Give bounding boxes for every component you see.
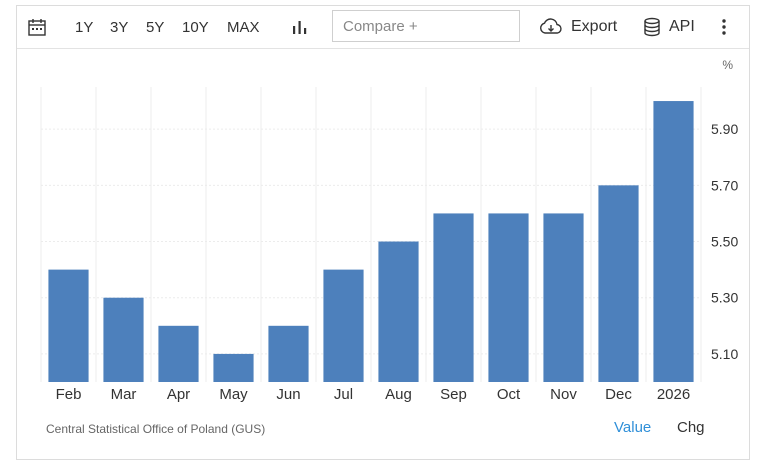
y-tick-label: 5.50 — [711, 234, 738, 250]
x-tick-label: 2026 — [657, 386, 690, 403]
compare-input[interactable] — [332, 10, 520, 42]
x-tick-label: Dec — [605, 386, 632, 403]
range-10y-button[interactable]: 10Y — [182, 6, 209, 48]
y-tick-label: 5.90 — [711, 121, 738, 137]
chart-toolbar: 1Y 3Y 5Y 10Y MAX Export — [17, 6, 749, 49]
y-tick-label: 5.70 — [711, 177, 738, 193]
range-max-button[interactable]: MAX — [227, 6, 260, 48]
bar-jun[interactable] — [268, 325, 309, 382]
y-unit-label: % — [722, 58, 733, 72]
x-axis-labels: Feb Mar Apr May Jun Jul Aug Sep Oct Nov Dec 2026 — [56, 386, 691, 403]
y-axis-labels: 5.10 5.30 5.50 5.70 5.90 — [711, 121, 738, 362]
y-tick-label: 5.30 — [711, 290, 738, 306]
bar-aug[interactable] — [378, 241, 419, 382]
value-toggle[interactable]: Value — [614, 419, 651, 436]
export-label: Export — [571, 18, 618, 35]
bar-chart-icon[interactable] — [291, 6, 309, 48]
bar-sep[interactable] — [433, 213, 474, 382]
x-tick-label: Nov — [550, 386, 577, 403]
chart-widget: 1Y 3Y 5Y 10Y MAX Export — [16, 5, 750, 460]
bar-dec[interactable] — [598, 185, 639, 382]
bar-feb[interactable] — [48, 269, 89, 382]
x-tick-label: Feb — [56, 386, 82, 403]
bar-chart: Feb Mar Apr May Jun Jul Aug Sep Oct Nov Dec 2026 5.… — [40, 58, 738, 403]
database-icon — [644, 17, 660, 37]
api-label: API — [669, 18, 695, 35]
bar-2026[interactable] — [653, 101, 694, 383]
x-tick-label: Apr — [167, 386, 190, 403]
bar-mar[interactable] — [103, 297, 144, 382]
bar-nov[interactable] — [543, 213, 584, 382]
y-tick-label: 5.10 — [711, 346, 738, 362]
x-tick-label: Oct — [497, 386, 521, 403]
x-tick-label: Jun — [276, 386, 300, 403]
chg-toggle[interactable]: Chg — [677, 419, 705, 436]
more-options-icon[interactable] — [721, 6, 727, 48]
bar-may[interactable] — [213, 353, 254, 382]
export-button[interactable]: Export — [539, 6, 617, 48]
bar-oct[interactable] — [488, 213, 529, 382]
range-1y-button[interactable]: 1Y — [75, 6, 93, 48]
bar-apr[interactable] — [158, 325, 199, 382]
source-label: Central Statistical Office of Poland (GU… — [46, 422, 266, 436]
api-button[interactable]: API — [643, 6, 695, 48]
range-3y-button[interactable]: 3Y — [110, 6, 128, 48]
x-tick-label: Mar — [111, 386, 137, 403]
range-5y-button[interactable]: 5Y — [146, 6, 164, 48]
x-tick-label: Sep — [440, 386, 467, 403]
x-tick-label: Jul — [334, 386, 353, 403]
x-tick-label: Aug — [385, 386, 412, 403]
cloud-download-icon — [540, 18, 562, 34]
x-tick-label: May — [219, 386, 248, 403]
bar-jul[interactable] — [323, 269, 364, 382]
calendar-icon[interactable] — [27, 6, 47, 48]
